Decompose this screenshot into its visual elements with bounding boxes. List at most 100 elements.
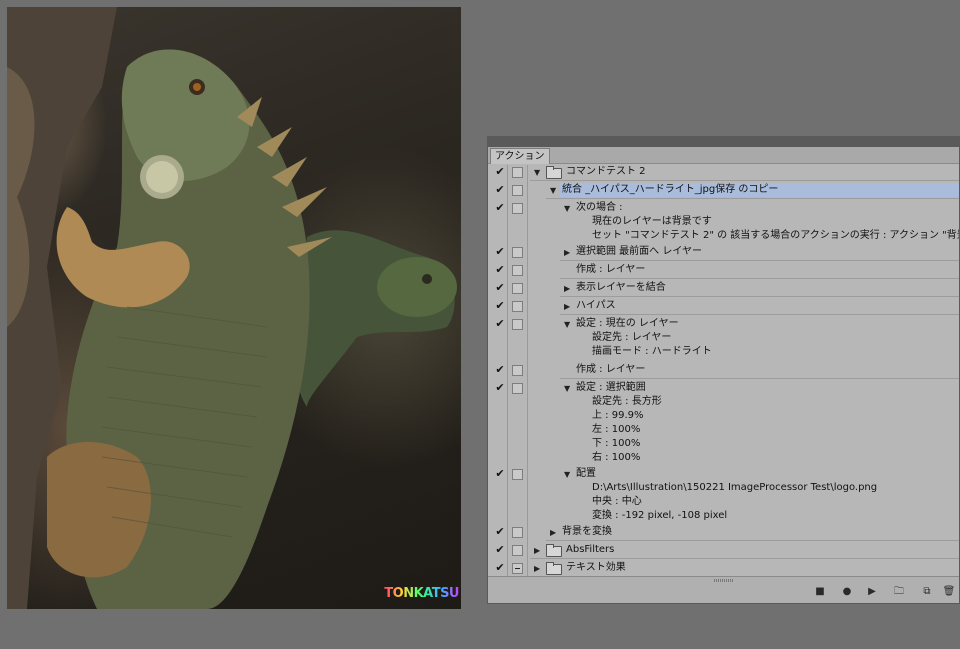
row-divider (546, 198, 959, 199)
toggle-dialog-box[interactable] (512, 265, 523, 276)
panel-title-bar[interactable] (488, 137, 959, 147)
toggle-item-checkmark[interactable]: ✔ (494, 381, 506, 395)
action-row[interactable]: ✔ ▶ 背景を変換 (488, 525, 959, 539)
action-row[interactable]: 変換 : -192 pixel, -108 pixel (488, 509, 959, 523)
action-label: 下 : 100% (592, 438, 641, 449)
expand-right-icon[interactable]: ▶ (564, 282, 570, 296)
expand-down-icon[interactable]: ▼ (550, 184, 556, 198)
action-row[interactable]: ✔ ▼ コマンドテスト 2 (488, 165, 959, 179)
row-divider (560, 278, 959, 279)
toggle-dialog-box[interactable] (512, 167, 523, 178)
resize-grip[interactable] (713, 579, 734, 582)
row-divider (560, 296, 959, 297)
action-row[interactable]: 上 : 99.9% (488, 409, 959, 423)
toggle-dialog-box[interactable] (512, 247, 523, 258)
action-row[interactable]: 右 : 100% (488, 451, 959, 465)
action-label: ハイパス (576, 300, 616, 311)
record-button[interactable]: ● (840, 586, 854, 598)
action-row[interactable]: ✔ ▶ AbsFilters (488, 543, 959, 557)
toggle-dialog-box[interactable] (512, 545, 523, 556)
action-label: 表示レイヤーを結合 (576, 282, 666, 293)
toggle-dialog-box[interactable] (512, 283, 523, 294)
action-row[interactable]: ✔ 作成 : レイヤー (488, 263, 959, 277)
toggle-dialog-box[interactable] (512, 185, 523, 196)
toggle-dialog-box[interactable] (512, 301, 523, 312)
stop-button[interactable]: ■ (813, 586, 827, 598)
action-label: 描画モード : ハードライト (592, 346, 712, 357)
toggle-item-checkmark[interactable]: ✔ (494, 165, 506, 179)
toggle-dialog-box[interactable] (512, 203, 523, 214)
action-row[interactable]: ✔ ▶ テキスト効果 (488, 561, 959, 575)
action-row[interactable]: 中央 : 中心 (488, 495, 959, 509)
play-button[interactable]: ▶ (865, 586, 879, 598)
expand-down-icon[interactable]: ▼ (534, 166, 540, 180)
action-label: AbsFilters (566, 544, 615, 555)
action-row[interactable]: 下 : 100% (488, 437, 959, 451)
action-label: 現在のレイヤーは背景です (592, 216, 712, 227)
action-label: 中央 : 中心 (592, 496, 642, 507)
expand-right-icon[interactable]: ▶ (534, 544, 540, 558)
row-divider (530, 558, 959, 559)
folder-icon (546, 562, 562, 575)
action-label: D:\Arts\Illustration\150221 ImageProcess… (592, 482, 878, 493)
action-row[interactable]: セット "コマンドテスト 2" の 該当する場合のアクションの実行 : アクショ… (488, 229, 959, 243)
action-row[interactable]: ✔ ▶ ハイパス (488, 299, 959, 313)
row-divider (560, 314, 959, 315)
toggle-item-checkmark[interactable]: ✔ (494, 281, 506, 295)
action-label: セット "コマンドテスト 2" の 該当する場合のアクションの実行 : アクショ… (592, 230, 959, 241)
expand-right-icon[interactable]: ▶ (550, 526, 556, 540)
row-divider (546, 540, 959, 541)
toggle-item-checkmark[interactable]: ✔ (494, 263, 506, 277)
action-row[interactable]: D:\Arts\Illustration\150221 ImageProcess… (488, 481, 959, 495)
action-label: 左 : 100% (592, 424, 641, 435)
expand-right-icon[interactable]: ▶ (534, 562, 540, 576)
toggle-item-checkmark[interactable]: ✔ (494, 245, 506, 259)
toggle-item-checkmark[interactable]: ✔ (494, 363, 506, 377)
actions-panel: アクション ✔ ▼ コマンドテスト 2 ✔ ▼ 統合 _ハイパス_ハードライト_jpg保存… (487, 136, 960, 604)
expand-down-icon[interactable]: ▼ (564, 202, 570, 216)
expand-down-icon[interactable]: ▼ (564, 468, 570, 482)
action-row[interactable]: ✔ ▼ 設定 : 現在の レイヤー (488, 317, 959, 331)
action-row[interactable]: ✔ 作成 : レイヤー (488, 363, 959, 377)
toggle-item-checkmark[interactable]: ✔ (494, 317, 506, 331)
expand-right-icon[interactable]: ▶ (564, 246, 570, 260)
action-row[interactable]: ✔ ▼ 配置 (488, 467, 959, 481)
tab-actions[interactable]: アクション (490, 148, 550, 164)
row-divider (560, 378, 959, 379)
delete-button[interactable]: 🗑 (942, 586, 956, 598)
row-divider (530, 180, 959, 181)
actions-list: ✔ ▼ コマンドテスト 2 ✔ ▼ 統合 _ハイパス_ハードライト_jpg保存 のコピー ✔… (488, 165, 959, 579)
expand-down-icon[interactable]: ▼ (564, 318, 570, 332)
action-row[interactable]: 左 : 100% (488, 423, 959, 437)
action-row[interactable]: ✔ ▶ 表示レイヤーを結合 (488, 281, 959, 295)
toggle-dialog-box[interactable] (512, 319, 523, 330)
toggle-item-checkmark[interactable]: ✔ (494, 543, 506, 557)
action-row[interactable]: ✔ ▼ 統合 _ハイパス_ハードライト_jpg保存 のコピー (488, 183, 959, 197)
toggle-item-checkmark[interactable]: ✔ (494, 299, 506, 313)
toggle-dialog-box[interactable] (512, 365, 523, 376)
toggle-dialog-box[interactable] (512, 563, 523, 574)
toggle-item-checkmark[interactable]: ✔ (494, 525, 506, 539)
action-label: 右 : 100% (592, 452, 641, 463)
action-label: 次の場合 : (576, 202, 623, 213)
toggle-item-checkmark[interactable]: ✔ (494, 561, 506, 575)
action-label: 背景を変換 (562, 526, 612, 537)
toggle-dialog-box[interactable] (512, 469, 523, 480)
action-row[interactable]: ✔ ▶ 選択範囲 最前面へ レイヤー (488, 245, 959, 259)
action-row[interactable]: 設定先 : 長方形 (488, 395, 959, 409)
new-set-button[interactable]: 🗀 (892, 586, 906, 598)
toggle-dialog-box[interactable] (512, 527, 523, 538)
new-action-button[interactable]: ⧉ (920, 586, 934, 598)
expand-down-icon[interactable]: ▼ (564, 382, 570, 396)
expand-right-icon[interactable]: ▶ (564, 300, 570, 314)
toggle-item-checkmark[interactable]: ✔ (494, 183, 506, 197)
action-row[interactable]: 設定先 : レイヤー (488, 331, 959, 345)
action-row[interactable]: 現在のレイヤーは背景です (488, 215, 959, 229)
action-row[interactable]: ✔ ▼ 次の場合 : (488, 201, 959, 215)
toggle-dialog-box[interactable] (512, 383, 523, 394)
toggle-item-checkmark[interactable]: ✔ (494, 467, 506, 481)
action-label: 作成 : レイヤー (576, 264, 646, 275)
action-row[interactable]: ✔ ▼ 設定 : 選択範囲 (488, 381, 959, 395)
toggle-item-checkmark[interactable]: ✔ (494, 201, 506, 215)
action-row[interactable]: 描画モード : ハードライト (488, 345, 959, 359)
